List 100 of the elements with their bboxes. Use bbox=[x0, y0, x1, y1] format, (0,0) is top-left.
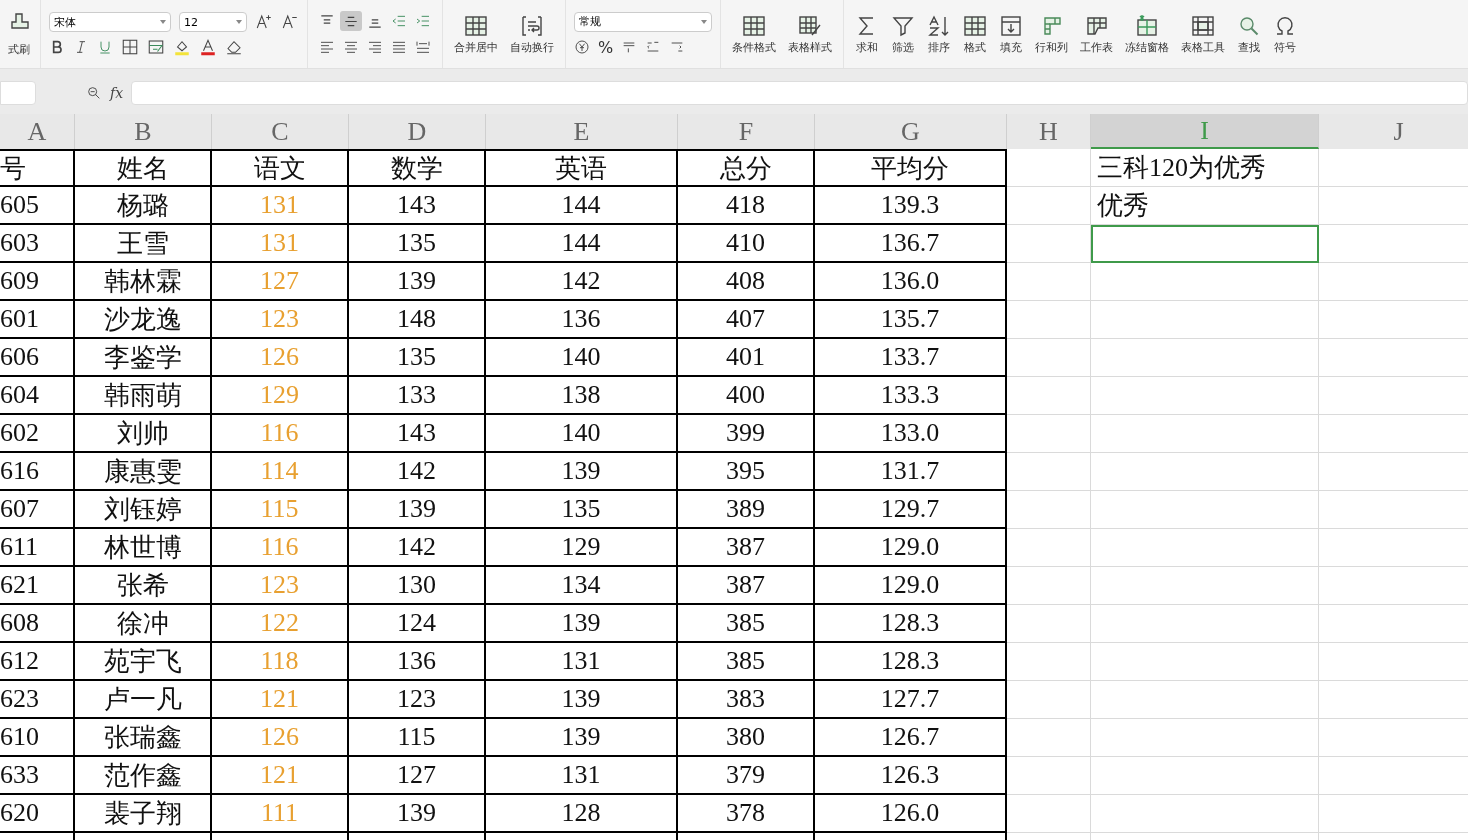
table-cell: 142 bbox=[349, 529, 486, 567]
table-cell: 136.7 bbox=[815, 225, 1007, 263]
sort-icon bbox=[927, 13, 951, 38]
table-cell: 卢一凡 bbox=[75, 681, 212, 719]
table-cell: 418 bbox=[678, 187, 815, 225]
format-painter-label[interactable]: 式刷 bbox=[8, 41, 32, 57]
column-header[interactable]: G bbox=[815, 114, 1007, 149]
percent-button[interactable]: % bbox=[598, 37, 614, 57]
toolbar-button[interactable]: 查找 bbox=[1238, 39, 1260, 55]
column-header[interactable]: C bbox=[212, 114, 349, 149]
table-cell: 616 bbox=[0, 453, 75, 491]
toolbar-button[interactable]: 行和列 bbox=[1035, 39, 1068, 55]
table-cell: 131 bbox=[212, 225, 349, 263]
table-cell: 133.7 bbox=[815, 339, 1007, 377]
table-cell: 135 bbox=[349, 339, 486, 377]
header-cell: 平均分 bbox=[815, 149, 1007, 187]
table-cell: 123 bbox=[212, 567, 349, 605]
table-cell: 128.3 bbox=[815, 605, 1007, 643]
border-icon bbox=[121, 38, 139, 56]
table-cell: 134 bbox=[486, 567, 678, 605]
table-cell: 131 bbox=[212, 187, 349, 225]
table-cell: 122 bbox=[212, 605, 349, 643]
font-size-field[interactable]: 12 bbox=[179, 12, 247, 32]
column-header[interactable]: J bbox=[1319, 114, 1468, 149]
table-cell: 133.0 bbox=[815, 415, 1007, 453]
table-cell: 378 bbox=[678, 795, 815, 833]
table-cell: 116 bbox=[212, 415, 349, 453]
align-left-icon bbox=[319, 39, 335, 55]
font-name-field[interactable]: 宋体 bbox=[49, 12, 171, 32]
toolbar-button[interactable]: 冻结窗格 bbox=[1125, 39, 1169, 55]
table-cell: 621 bbox=[0, 567, 75, 605]
table-cell: 408 bbox=[678, 263, 815, 301]
table-cell: 407 bbox=[678, 301, 815, 339]
table-cell: 133.3 bbox=[815, 377, 1007, 415]
table-cell: 620 bbox=[0, 795, 75, 833]
table-cell: 399 bbox=[678, 415, 815, 453]
table-cell: 127.7 bbox=[815, 681, 1007, 719]
fx-label[interactable]: fx bbox=[110, 84, 124, 101]
toolbar-button[interactable]: 符号 bbox=[1274, 39, 1296, 55]
table-cell: 131 bbox=[486, 757, 678, 795]
table-cell: 139 bbox=[349, 491, 486, 529]
column-header[interactable]: F bbox=[678, 114, 815, 149]
table-cell: 604 bbox=[0, 377, 75, 415]
align-center-icon bbox=[343, 39, 359, 55]
header-cell: 号 bbox=[0, 149, 75, 187]
header-cell: 语文 bbox=[212, 149, 349, 187]
formula-input[interactable] bbox=[131, 80, 1468, 105]
merge-center-button[interactable]: 合并居中 bbox=[454, 39, 498, 55]
table-cell: 129 bbox=[486, 529, 678, 567]
table-cell: 389 bbox=[678, 491, 815, 529]
table-cell: 徐冲 bbox=[75, 605, 212, 643]
toolbar-button[interactable]: 筛选 bbox=[892, 39, 914, 55]
table-cell: 李鉴学 bbox=[75, 339, 212, 377]
table-cell: 126.7 bbox=[815, 719, 1007, 757]
column-header[interactable]: B bbox=[75, 114, 212, 149]
toolbar-button[interactable]: 求和 bbox=[856, 39, 878, 55]
table-cell: 115 bbox=[212, 491, 349, 529]
table-cell: 刘帅 bbox=[75, 415, 212, 453]
dropdown-arrow-icon[interactable] bbox=[236, 20, 242, 24]
align-lines-icon bbox=[344, 14, 358, 28]
table-cell: 124 bbox=[349, 605, 486, 643]
dropdown-arrow-icon[interactable] bbox=[160, 20, 166, 24]
header-cell: 英语 bbox=[486, 149, 678, 187]
table-cell: 沙龙逸 bbox=[75, 301, 212, 339]
table-cell: 410 bbox=[678, 225, 815, 263]
number-format-field[interactable]: 常规 bbox=[574, 11, 712, 32]
table-cell: 143 bbox=[349, 187, 486, 225]
table-cell: 142 bbox=[486, 263, 678, 301]
toolbar-button[interactable]: 工作表 bbox=[1080, 39, 1113, 55]
table-cell: 129.7 bbox=[815, 491, 1007, 529]
eraser-icon bbox=[225, 38, 243, 56]
table-cell: 126 bbox=[212, 339, 349, 377]
vertical-align-button[interactable] bbox=[340, 11, 362, 31]
column-header[interactable]: A bbox=[0, 114, 75, 149]
fill-icon bbox=[999, 13, 1023, 38]
table-cell: 131 bbox=[486, 643, 678, 681]
table-cell: 136 bbox=[486, 301, 678, 339]
table-cell: 400 bbox=[678, 377, 815, 415]
table-cell: 114 bbox=[212, 453, 349, 491]
wrap-text-button[interactable]: 自动换行 bbox=[510, 39, 554, 55]
table-cell: 140 bbox=[486, 339, 678, 377]
column-header[interactable]: D bbox=[349, 114, 486, 149]
table-cell: 602 bbox=[0, 415, 75, 453]
table-cell: 126 bbox=[212, 719, 349, 757]
toolbar-button[interactable]: 表格工具 bbox=[1181, 39, 1225, 55]
column-header[interactable]: E bbox=[486, 114, 678, 149]
table-icon bbox=[963, 13, 987, 38]
dropdown-arrow-icon[interactable] bbox=[701, 19, 707, 24]
distribute-icon bbox=[415, 39, 431, 55]
table-style-button[interactable]: 表格样式 bbox=[788, 39, 832, 55]
toolbar-button[interactable]: 格式 bbox=[964, 39, 986, 55]
table-cell: 611 bbox=[0, 529, 75, 567]
toolbar-button[interactable]: 排序 bbox=[928, 39, 950, 55]
conditional-format-button[interactable]: 条件格式 bbox=[732, 39, 776, 55]
table-cell: 607 bbox=[0, 491, 75, 529]
outdent-icon bbox=[391, 13, 407, 29]
toolbar-button[interactable]: 填充 bbox=[1000, 39, 1022, 55]
table-cell: 139 bbox=[486, 681, 678, 719]
table-cell: 385 bbox=[678, 643, 815, 681]
table-cell: 123 bbox=[212, 301, 349, 339]
